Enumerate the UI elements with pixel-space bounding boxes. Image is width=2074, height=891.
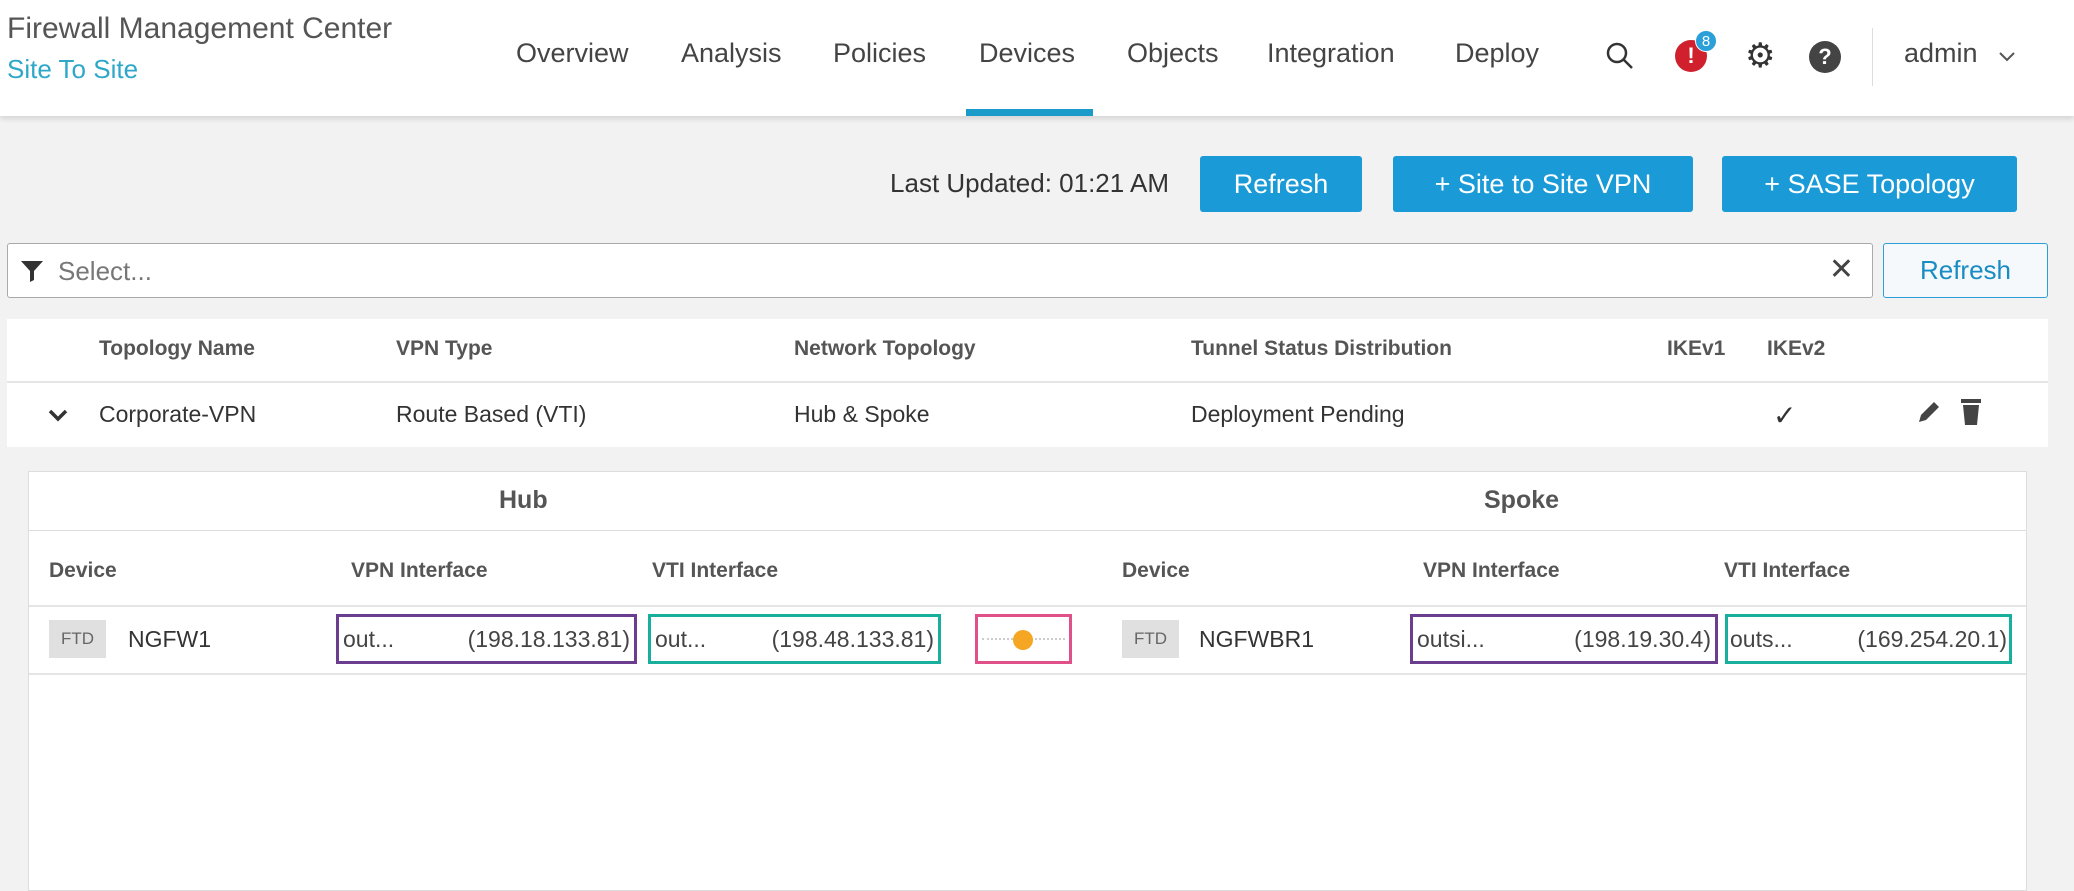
hub-vpn-ip: (198.18.133.81) <box>467 625 630 652</box>
spoke-label: Spoke <box>1484 486 1560 514</box>
hub-device-name[interactable]: NGFW1 <box>128 626 211 653</box>
expand-chevron-icon[interactable] <box>47 407 69 423</box>
user-menu[interactable]: admin <box>1904 38 1978 69</box>
nav-analysis[interactable]: Analysis <box>681 38 782 69</box>
spoke-vti-if-name: outs... <box>1730 625 1793 652</box>
nav-integration[interactable]: Integration <box>1267 38 1395 69</box>
refresh-button[interactable]: Refresh <box>1200 156 1362 212</box>
last-updated: Last Updated: 01:21 AM <box>890 168 1169 198</box>
delete-icon[interactable] <box>1959 397 1983 427</box>
hub-vti-interface[interactable]: out... (198.48.133.81) <box>648 614 941 664</box>
tunnel-status-indicator[interactable] <box>975 614 1072 664</box>
col-ikev2[interactable]: IKEv2 <box>1767 337 1825 361</box>
col-spoke-vpn-interface: VPN Interface <box>1423 559 1560 582</box>
spoke-vti-interface[interactable]: outs... (169.254.20.1) <box>1725 614 2012 664</box>
nav-overview[interactable]: Overview <box>516 38 629 69</box>
app-title: Firewall Management Center <box>7 12 393 45</box>
ftd-badge: FTD <box>1122 620 1179 658</box>
col-tunnel-status[interactable]: Tunnel Status Distribution <box>1191 337 1452 361</box>
nav-deploy[interactable]: Deploy <box>1455 38 1539 69</box>
topology-detail-panel: Hub Spoke Device VPN Interface VTI Inter… <box>28 471 2027 891</box>
col-spoke-device: Device <box>1122 559 1190 582</box>
col-hub-vti-interface: VTI Interface <box>652 559 779 582</box>
topology-table: Topology Name VPN Type Network Topology … <box>7 319 2048 447</box>
col-hub-device: Device <box>49 559 117 582</box>
filter-refresh-button[interactable]: Refresh <box>1883 243 2048 298</box>
col-network-topology[interactable]: Network Topology <box>794 337 976 361</box>
row-network-topology: Hub & Spoke <box>794 401 930 427</box>
spoke-vpn-interface[interactable]: outsi... (198.19.30.4) <box>1410 614 1718 664</box>
header-divider <box>1872 28 1873 86</box>
hub-vti-ip: (198.48.133.81) <box>771 625 934 652</box>
nav-policies[interactable]: Policies <box>833 38 926 69</box>
spoke-device-name[interactable]: NGFWBR1 <box>1199 626 1314 653</box>
hub-vpn-interface[interactable]: out... (198.18.133.81) <box>336 614 637 664</box>
col-topology-name[interactable]: Topology Name <box>99 337 255 361</box>
row-tunnel-status: Deployment Pending <box>1191 401 1405 427</box>
filter-placeholder: Select... <box>58 256 152 286</box>
edit-icon[interactable] <box>1915 398 1943 426</box>
page-subtitle[interactable]: Site To Site <box>7 54 138 85</box>
filter-icon <box>21 261 43 282</box>
top-header: Firewall Management Center Site To Site … <box>0 0 2074 116</box>
col-ikev1[interactable]: IKEv1 <box>1667 337 1725 361</box>
hub-vti-if-name: out... <box>655 625 707 652</box>
spoke-vpn-ip: (198.19.30.4) <box>1574 625 1711 652</box>
search-icon[interactable] <box>1604 40 1636 72</box>
ikev2-check-icon: ✓ <box>1773 400 1797 431</box>
hub-vpn-if-name: out... <box>343 625 395 652</box>
clear-icon[interactable]: ✕ <box>1829 252 1854 287</box>
hub-label: Hub <box>499 486 548 514</box>
row-vpn-type: Route Based (VTI) <box>396 401 587 427</box>
add-site-to-site-vpn-button[interactable]: + Site to Site VPN <box>1393 156 1693 212</box>
tunnel-status-dot-icon <box>1013 630 1033 650</box>
help-icon[interactable]: ? <box>1809 41 1841 73</box>
add-sase-topology-button[interactable]: + SASE Topology <box>1722 156 2017 212</box>
filter-input[interactable]: Select... ✕ <box>7 243 1873 298</box>
nav-objects[interactable]: Objects <box>1127 38 1219 69</box>
chevron-down-icon[interactable] <box>1998 50 2016 62</box>
col-spoke-vti-interface: VTI Interface <box>1724 559 1851 582</box>
ftd-badge: FTD <box>49 620 106 658</box>
gear-icon[interactable]: ⚙ <box>1745 36 1775 76</box>
spoke-vpn-if-name: outsi... <box>1417 625 1485 652</box>
row-topology-name: Corporate-VPN <box>99 401 257 427</box>
spoke-vti-ip: (169.254.20.1) <box>1857 625 2007 652</box>
col-hub-vpn-interface: VPN Interface <box>351 559 488 582</box>
nav-devices[interactable]: Devices <box>979 38 1075 69</box>
active-nav-indicator <box>966 109 1093 116</box>
alert-count-badge: 8 <box>1695 30 1717 52</box>
col-vpn-type[interactable]: VPN Type <box>396 337 492 361</box>
